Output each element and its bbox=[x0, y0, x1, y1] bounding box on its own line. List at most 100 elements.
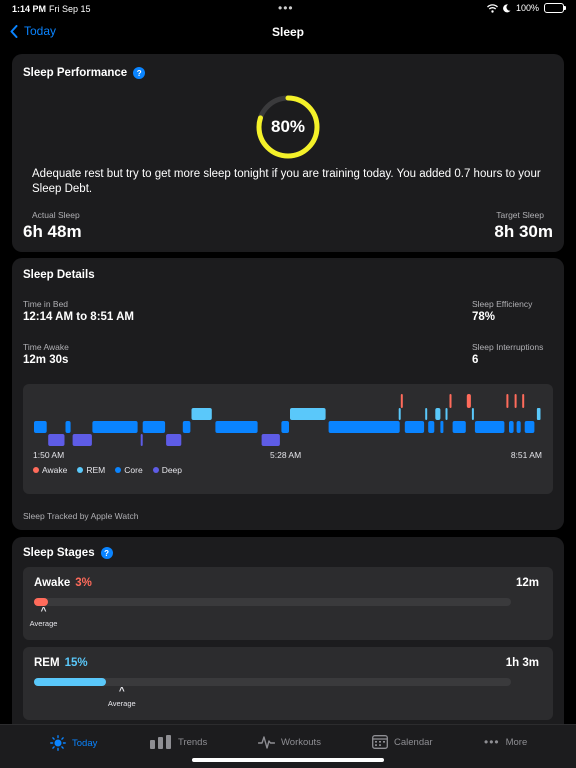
legend-item: Core bbox=[115, 465, 143, 475]
performance-ring: 80% bbox=[255, 94, 321, 160]
legend-label: Deep bbox=[161, 465, 183, 475]
x-tick-label: 1:50 AM bbox=[33, 450, 65, 460]
sleep-segment-deep bbox=[261, 434, 280, 446]
sleep-segment-rem bbox=[425, 408, 428, 420]
time-awake-label: Time Awake bbox=[23, 342, 69, 352]
stage-percent: 3% bbox=[75, 577, 92, 589]
sleep-segment-core bbox=[452, 421, 466, 433]
stage-label: REM bbox=[34, 657, 60, 669]
info-icon[interactable]: ? bbox=[100, 547, 113, 559]
sleep-segment-core bbox=[428, 421, 435, 433]
sleep-segment-rem bbox=[191, 408, 212, 420]
stage-progress-track bbox=[34, 598, 511, 606]
multitasking-dots-icon[interactable]: ••• bbox=[278, 1, 294, 15]
sleep-segment-core bbox=[404, 421, 425, 433]
nav-bar: Today Sleep bbox=[0, 20, 576, 46]
sleep-segment-rem bbox=[398, 408, 401, 420]
sleep-segment-awake bbox=[522, 394, 525, 408]
sleep-segment-core bbox=[474, 421, 505, 433]
tab-label: Workouts bbox=[281, 736, 321, 748]
target-sleep-label: Target Sleep bbox=[496, 210, 544, 220]
hypnogram-svg bbox=[34, 394, 541, 446]
sleep-efficiency-value: 78% bbox=[472, 311, 496, 323]
stage-label: Awake bbox=[34, 577, 71, 589]
sleep-interruptions-label: Sleep Interruptions bbox=[472, 342, 544, 352]
moon-icon bbox=[503, 3, 511, 12]
legend-dot bbox=[152, 467, 159, 473]
actual-sleep-label: Actual Sleep bbox=[32, 210, 80, 220]
home-indicator[interactable] bbox=[192, 758, 384, 762]
stage-percent: 15% bbox=[64, 657, 88, 669]
stage-row-rem[interactable]: REM 15% 1h 3m ^ Average bbox=[23, 647, 553, 720]
sleep-stages-title: Sleep Stages bbox=[23, 547, 95, 559]
stage-progress-track bbox=[34, 678, 511, 686]
legend-label: Awake bbox=[42, 465, 68, 475]
sleep-segment-awake bbox=[400, 394, 403, 408]
legend-item: REM bbox=[77, 465, 105, 475]
sleep-segment-awake bbox=[466, 394, 471, 408]
actual-sleep-value: 6h 48m bbox=[23, 222, 82, 241]
status-bar: 1:14 PM Fri Sep 15 ••• 100% bbox=[0, 0, 576, 18]
legend-label: Core bbox=[124, 465, 143, 475]
sleep-segment-core bbox=[92, 421, 138, 433]
time-in-bed-label: Time in Bed bbox=[23, 299, 69, 309]
legend-item: Deep bbox=[152, 465, 183, 475]
target-sleep-value: 8h 30m bbox=[494, 222, 553, 241]
sleep-interruptions-value: 6 bbox=[472, 354, 479, 366]
tab-label: Today bbox=[72, 737, 98, 749]
bar-chart-icon bbox=[150, 735, 171, 749]
chart-legend: Awake REM Core Deep bbox=[33, 465, 182, 475]
x-tick-label: 8:51 AM bbox=[510, 450, 542, 460]
legend-dot bbox=[77, 467, 84, 473]
stage-duration: 12m bbox=[515, 577, 539, 589]
legend-dot bbox=[115, 467, 122, 473]
sleep-segment-rem bbox=[435, 408, 441, 420]
sleep-performance-title: Sleep Performance bbox=[23, 67, 128, 79]
tab-trends[interactable]: Trends bbox=[150, 735, 207, 749]
average-marker: ^ Average bbox=[102, 686, 142, 709]
sleep-stages-chart[interactable]: 1:50 AM 5:28 AM 8:51 AM Awake REM Core D… bbox=[23, 384, 553, 494]
tab-workouts[interactable]: Workouts bbox=[258, 735, 321, 749]
page-title: Sleep bbox=[271, 25, 304, 39]
heartbeat-icon bbox=[258, 736, 275, 749]
x-tick-label: 5:28 AM bbox=[270, 450, 302, 460]
tab-label: Calendar bbox=[394, 736, 433, 748]
sleep-segment-awake bbox=[506, 394, 509, 408]
stage-duration: 1h 3m bbox=[505, 657, 539, 669]
battery-icon bbox=[544, 3, 566, 13]
time-in-bed-value: 12:14 AM to 8:51 AM bbox=[23, 311, 134, 323]
sleep-segment-core bbox=[142, 421, 166, 433]
sleep-segment-core bbox=[328, 421, 400, 433]
sleep-segment-core bbox=[440, 421, 444, 433]
legend-item: Awake bbox=[33, 465, 67, 475]
sleep-segment-rem bbox=[536, 408, 541, 420]
performance-percent: 80% bbox=[270, 117, 306, 136]
tab-label: Trends bbox=[178, 736, 208, 748]
calendar-icon bbox=[372, 735, 388, 749]
sleep-segment-core bbox=[182, 421, 191, 433]
sleep-efficiency-label: Sleep Efficiency bbox=[472, 299, 533, 309]
performance-description: Adequate rest but try to get more sleep … bbox=[32, 168, 541, 195]
sleep-segment-rem bbox=[290, 408, 326, 420]
sleep-segment-core bbox=[516, 421, 521, 433]
status-right: 100% bbox=[487, 3, 566, 13]
status-time: 1:14 PM bbox=[12, 4, 47, 14]
sleep-stages-card: Sleep Stages ? Awake 3% 12m ^ Average REM… bbox=[12, 537, 564, 737]
wifi-icon bbox=[487, 3, 498, 13]
caret-up-icon: ^ bbox=[40, 606, 47, 617]
sun-icon bbox=[50, 735, 66, 751]
sleep-segment-rem bbox=[471, 408, 474, 420]
info-icon[interactable]: ? bbox=[133, 67, 146, 79]
tab-today[interactable]: Today bbox=[50, 735, 97, 751]
tab-more[interactable]: ••• More bbox=[484, 735, 527, 749]
sleep-details-card: Sleep Details Time in Bed 12:14 AM to 8:… bbox=[12, 258, 564, 530]
sleep-segment-core bbox=[524, 421, 535, 433]
sleep-segment-deep bbox=[72, 434, 92, 446]
average-label: Average bbox=[107, 699, 136, 708]
stage-progress-fill bbox=[34, 598, 49, 606]
stage-row-awake[interactable]: Awake 3% 12m ^ Average bbox=[23, 567, 553, 640]
tab-calendar[interactable]: Calendar bbox=[372, 735, 433, 749]
sleep-segment-core bbox=[509, 421, 514, 433]
sleep-performance-card: Sleep Performance ? 80% Adequate rest bu… bbox=[12, 54, 564, 252]
caret-up-icon: ^ bbox=[118, 686, 125, 697]
